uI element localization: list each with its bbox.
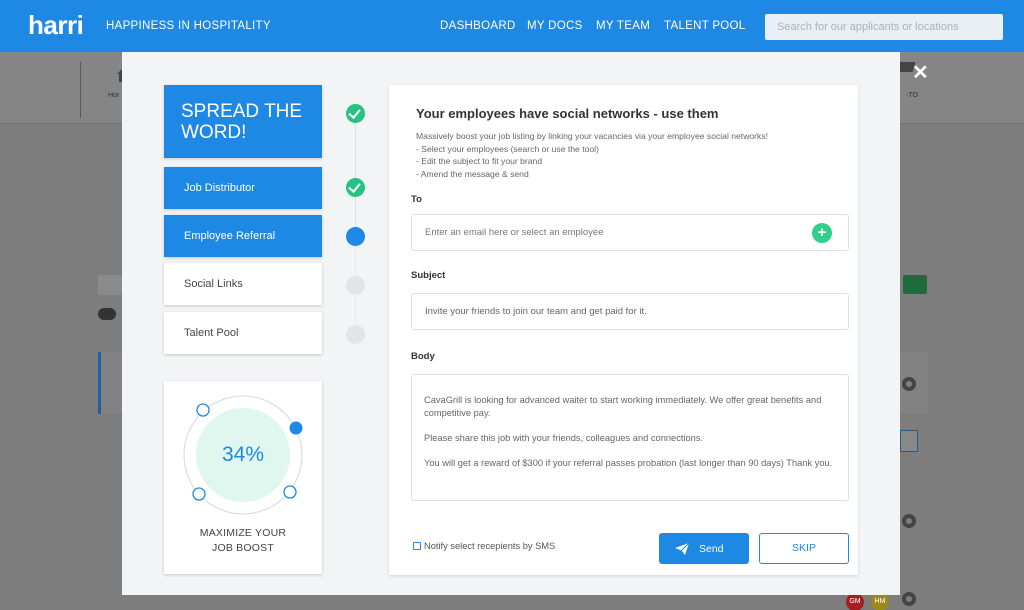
body-paragraph: Please share this job with your friends,…	[424, 432, 704, 443]
sidebar-item-employee-referral[interactable]: Employee Referral	[164, 215, 322, 257]
stepper-connector	[355, 197, 356, 227]
background-to-label: -TO	[906, 92, 918, 99]
tagline: HAPPINESS IN HOSPITALITY	[106, 20, 271, 32]
modal-title: SPREAD THE WORD!	[164, 85, 322, 158]
close-icon[interactable]: ✕	[912, 63, 929, 83]
add-employee-plus-icon[interactable]: +	[812, 223, 832, 243]
stepper-connector	[355, 122, 356, 178]
job-boost-percent: 34%	[221, 443, 265, 466]
nav-my-team[interactable]: MY TEAM	[596, 20, 650, 32]
step-complete-check-icon	[346, 178, 365, 197]
job-boost-label-line: MAXIMIZE YOUR	[199, 527, 287, 539]
hm-badge: HM	[871, 593, 889, 610]
gear-icon	[902, 592, 916, 606]
to-email-input[interactable]: Enter an email here or select an employe…	[411, 214, 849, 251]
stepper-connector	[355, 246, 356, 276]
body-textarea[interactable]: CavaGrill is looking for advanced waiter…	[411, 374, 849, 501]
paper-plane-icon	[675, 543, 689, 555]
sidebar-item-talent-pool[interactable]: Talent Pool	[164, 312, 322, 354]
job-boost-label: MAXIMIZE YOUR JOB BOOST	[174, 526, 312, 556]
send-button-label: Send	[699, 543, 724, 555]
background-divider	[80, 62, 81, 118]
modal-title-text: SPREAD THE WORD!	[181, 101, 303, 143]
notify-sms-label: Notify select recepients by SMS	[424, 541, 556, 551]
filter-icon	[98, 275, 124, 295]
body-paragraph: CavaGrill is looking for advanced waiter…	[424, 395, 822, 418]
stepper-connector	[355, 295, 356, 325]
step-pending-indicator	[346, 325, 365, 344]
body-paragraph: You will get a reward of $300 if your re…	[424, 457, 833, 468]
to-label: To	[411, 194, 422, 205]
job-boost-label-line: JOB BOOST	[212, 542, 274, 554]
background-green-button	[903, 275, 927, 294]
sidebar-item-label: Employee Referral	[184, 230, 276, 242]
step-complete-check-icon	[346, 104, 365, 123]
intro-line: - Edit the subject to fit your brand	[416, 156, 543, 166]
send-button[interactable]: Send	[659, 533, 749, 564]
notify-sms-checkbox[interactable]	[413, 542, 421, 550]
step-pending-indicator	[346, 276, 365, 295]
nav-my-docs[interactable]: MY DOCS	[527, 20, 583, 32]
intro-line: Massively boost your job listing by link…	[416, 131, 769, 141]
search-input[interactable]	[765, 14, 1003, 40]
gear-icon	[902, 514, 916, 528]
subject-label: Subject	[411, 270, 446, 281]
sidebar-item-label: Job Distributor	[184, 182, 255, 194]
skip-button[interactable]: SKIP	[759, 533, 849, 564]
sidebar-item-label: Talent Pool	[184, 327, 239, 339]
sidebar-item-job-distributor[interactable]: Job Distributor	[164, 167, 322, 209]
sidebar-item-label: Social Links	[184, 278, 243, 290]
panel-heading: Your employees have social networks - us…	[416, 106, 719, 121]
subject-field[interactable]: Invite your friends to join our team and…	[411, 293, 849, 330]
nav-talent-pool[interactable]: TALENT POOL	[664, 20, 745, 32]
panel-intro: Massively boost your job listing by link…	[416, 130, 768, 180]
body-label: Body	[411, 351, 435, 362]
background-home-label: Hor	[108, 92, 120, 99]
intro-line: - Select your employees (search or use t…	[416, 143, 599, 154]
intro-line: - Amend the message & send	[416, 168, 529, 179]
step-current-indicator	[346, 227, 365, 246]
gear-icon	[902, 377, 916, 391]
gm-badge: GM	[846, 593, 864, 610]
harri-logo[interactable]: harri	[28, 10, 84, 41]
background-toggle	[98, 308, 116, 320]
top-nav-bar: harri HAPPINESS IN HOSPITALITY DASHBOARD…	[0, 0, 1024, 52]
sidebar-item-social-links[interactable]: Social Links	[164, 263, 322, 305]
background-dropdown	[900, 430, 918, 452]
nav-dashboard[interactable]: DASHBOARD	[440, 20, 516, 32]
